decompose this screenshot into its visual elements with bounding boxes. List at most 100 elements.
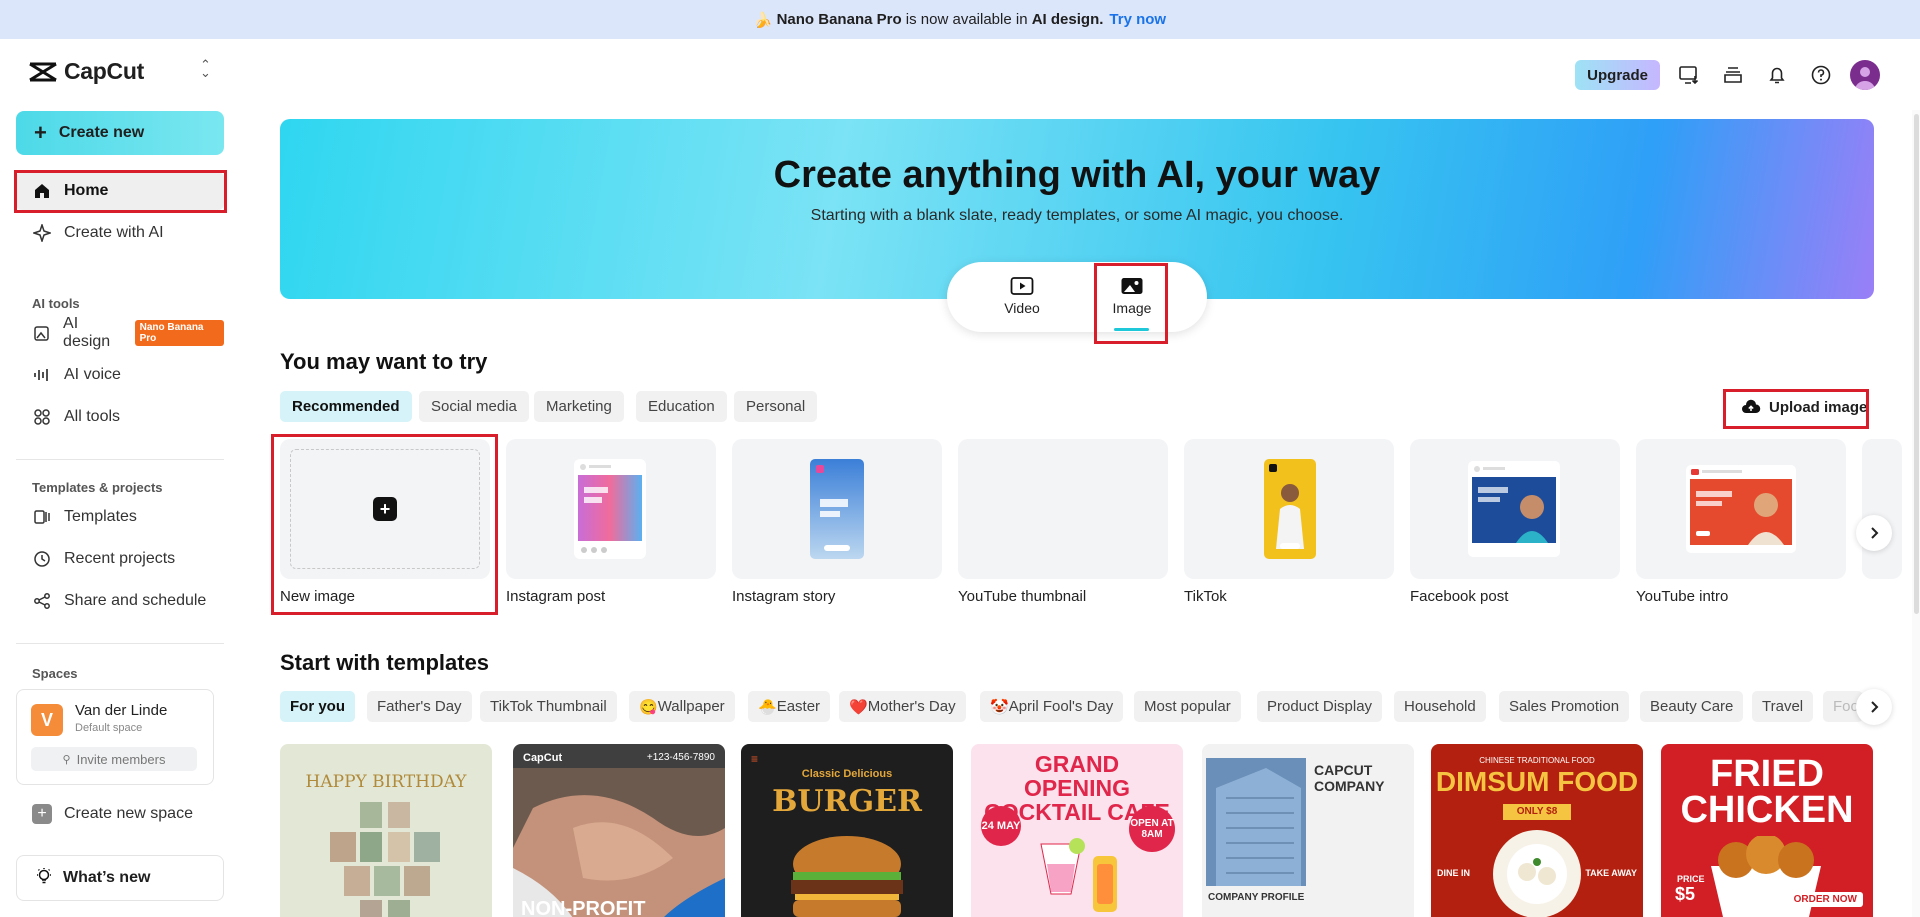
capcut-logo[interactable]: CapCut — [28, 58, 144, 85]
card-label: YouTube thumbnail — [958, 588, 1087, 605]
card-tiktok[interactable] — [1184, 439, 1394, 579]
upload-image-label: Upload image — [1769, 398, 1868, 416]
divider — [16, 459, 224, 460]
templates-next-arrow-button[interactable] — [1856, 689, 1892, 725]
card-youtube-intro[interactable] — [1636, 439, 1846, 579]
template-filter-label: Easter — [776, 698, 821, 715]
create-new-button[interactable]: + Create new — [16, 111, 224, 155]
banner-feature: AI design. — [1031, 11, 1104, 28]
sidebar-item-templates[interactable]: Templates — [16, 498, 224, 536]
template-card-open: OPEN AT 8AM — [1129, 806, 1175, 852]
create-new-label: Create new — [58, 124, 145, 141]
template-filter-beauty-care[interactable]: Beauty Care — [1640, 691, 1744, 722]
space-avatar: V — [31, 704, 63, 736]
home-icon — [32, 181, 52, 201]
filter-recommended[interactable]: Recommended — [280, 391, 412, 422]
filter-education[interactable]: Education — [636, 391, 727, 422]
bell-icon[interactable] — [1762, 60, 1792, 90]
template-card-text: FRIED CHICKEN — [1680, 753, 1854, 831]
sidebar-item-recent-projects[interactable]: Recent projects — [16, 540, 224, 578]
space-card[interactable]: V Van der Linde Default space ⚲ Invite m… — [16, 689, 214, 785]
space-subtitle: Default space — [75, 722, 143, 734]
sidebar-item-label: Recent projects — [64, 550, 176, 567]
card-instagram-post[interactable] — [506, 439, 716, 579]
card-label: YouTube intro — [1636, 588, 1729, 605]
template-filter-for-you[interactable]: For you — [280, 691, 355, 722]
template-card-company-profile[interactable]: CAPCUT COMPANY COMPANY PROFILE — [1202, 744, 1414, 917]
chevron-right-icon — [1871, 527, 1879, 539]
order-now-button: ORDER NOW — [1787, 892, 1863, 907]
upload-image-button[interactable]: Upload image — [1729, 392, 1879, 422]
menu-icon: ≡ — [751, 752, 759, 766]
card-youtube-thumbnail[interactable] — [958, 439, 1168, 579]
template-card-birthday[interactable]: HAPPY BIRTHDAY — [280, 744, 492, 917]
template-card-text: CAPCUT COMPANY — [1314, 762, 1385, 794]
try-now-link[interactable]: Try now — [1109, 11, 1166, 28]
banner-text: is now available in — [905, 11, 1028, 28]
template-filter-fathers-day[interactable]: Father's Day — [367, 691, 472, 722]
instagram-story-illustration — [810, 459, 864, 559]
emoji-icon: 😋 — [639, 698, 658, 716]
whats-new-button[interactable]: What’s new — [16, 855, 224, 901]
burger-illustration — [791, 836, 903, 917]
filter-personal[interactable]: Personal — [734, 391, 818, 422]
template-filter-easter[interactable]: 🐣 Easter — [748, 691, 831, 722]
sidebar-item-ai-voice[interactable]: AI voice — [16, 356, 224, 394]
card-facebook-post[interactable] — [1410, 439, 1620, 579]
help-icon[interactable] — [1806, 60, 1836, 90]
hero-subtitle: Starting with a blank slate, ready templ… — [810, 207, 1344, 224]
template-filter-tiktok-thumbnail[interactable]: TikTok Thumbnail — [480, 691, 617, 722]
scrollbar-thumb[interactable] — [1914, 114, 1919, 614]
template-filter-sales-promotion[interactable]: Sales Promotion — [1499, 691, 1630, 722]
workspace-switcher-icon[interactable]: ⌃ ⌄ — [200, 58, 211, 79]
template-card-phone: +123-456-7890 — [646, 752, 715, 763]
tiktok-illustration — [1264, 459, 1316, 559]
template-card-cocktail-cafe[interactable]: GRAND OPENING COCKTAIL CAFE 24 MAY OPEN … — [971, 744, 1183, 917]
sidebar-item-home[interactable]: Home — [16, 172, 224, 210]
next-arrow-button[interactable] — [1856, 515, 1892, 551]
sparkle-icon — [32, 223, 52, 243]
filter-social-media[interactable]: Social media — [419, 391, 529, 422]
sidebar-item-share-schedule[interactable]: Share and schedule — [16, 582, 224, 620]
template-card-dimsum[interactable]: CHINESE TRADITIONAL FOOD DIMSUM FOOD ONL… — [1431, 744, 1643, 917]
user-avatar[interactable] — [1850, 60, 1880, 90]
template-filter-household[interactable]: Household — [1394, 691, 1486, 722]
template-card-text: NON-PROFIT — [521, 898, 646, 917]
upgrade-button[interactable]: Upgrade — [1575, 60, 1660, 90]
desktop-download-icon[interactable] — [1674, 60, 1704, 90]
template-filter-april-fools[interactable]: 🤡 April Fool's Day — [980, 691, 1124, 722]
layers-icon[interactable] — [1718, 60, 1748, 90]
mode-image[interactable]: Image — [1097, 276, 1167, 316]
waveform-icon — [32, 365, 52, 385]
template-filter-mothers-day[interactable]: ❤️ Mother's Day — [839, 691, 966, 722]
template-filter-travel[interactable]: Travel — [1752, 691, 1814, 722]
card-partial — [1862, 439, 1902, 579]
sidebar-item-ai-design[interactable]: AI design Nano Banana Pro — [16, 314, 224, 352]
card-instagram-story[interactable] — [732, 439, 942, 579]
sidebar-item-label: AI design — [63, 315, 111, 350]
invite-label: Invite members — [76, 751, 166, 767]
sidebar-item-all-tools[interactable]: All tools — [16, 398, 224, 436]
create-new-space-button[interactable]: + Create new space — [16, 799, 193, 829]
sidebar-item-create-with-ai[interactable]: Create with AI — [16, 214, 224, 252]
template-card-text: BURGER — [772, 784, 922, 819]
template-card-fried-chicken[interactable]: FRIED CHICKEN PRICE $5 ORDER NOW — [1661, 744, 1873, 917]
template-filter-wallpaper[interactable]: 😋 Wallpaper — [629, 691, 735, 722]
template-card-burger[interactable]: Classic Delicious BURGER ≡ — [741, 744, 953, 917]
mode-video[interactable]: Video — [987, 276, 1057, 316]
top-toolbar: Upgrade — [1575, 60, 1880, 90]
card-label: New image — [280, 588, 356, 605]
invite-members-button[interactable]: ⚲ Invite members — [31, 747, 197, 771]
templates-icon — [32, 507, 52, 527]
sidebar-item-label: Share and schedule — [64, 592, 207, 609]
filter-marketing[interactable]: Marketing — [534, 391, 624, 422]
template-card-non-profit[interactable]: CapCut +123-456-7890 NON-PROFIT — [513, 744, 725, 917]
sidebar-item-label: AI voice — [64, 366, 121, 383]
share-icon — [32, 591, 52, 611]
template-filter-most-popular[interactable]: Most popular — [1134, 691, 1241, 722]
capcut-logo-icon — [29, 62, 57, 81]
nano-banana-badge: Nano Banana Pro — [134, 320, 224, 346]
card-new-image[interactable]: + — [280, 439, 490, 579]
emoji-icon: 🤡 — [990, 698, 1009, 716]
template-filter-product-display[interactable]: Product Display — [1257, 691, 1383, 722]
